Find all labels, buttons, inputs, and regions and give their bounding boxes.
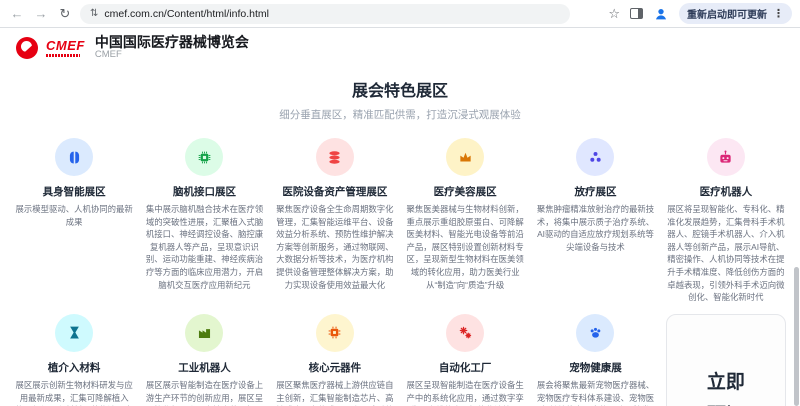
card-description: 聚焦医疗设备全生命周期数字化管理，汇集智能运维平台、设备效益分析系统、预防性维护… xyxy=(275,203,395,291)
site-title: 中国国际医疗器械博览会 xyxy=(95,34,249,50)
robot-icon xyxy=(707,138,745,176)
card-description: 聚焦医美器械与生物材料创新，重点展示重组胶原蛋白、可降解医美材料、智能光电设备等… xyxy=(405,203,525,291)
browser-update-button[interactable]: 重新启动即可更新 ⋮ xyxy=(679,3,792,24)
cmef-logo: CMEF xyxy=(46,39,85,57)
page-subtitle: 细分垂直展区，精准匹配供需，打造沉浸式观展体验 xyxy=(0,107,800,122)
book-booth-cta[interactable]: 立即预订展位 xyxy=(666,314,786,406)
site-subtitle: CMEF xyxy=(95,50,249,61)
feature-card[interactable]: 医疗机器人 展区将呈现智能化、专科化、精准化发展趋势，汇集骨科手术机器人、腔镜手… xyxy=(666,138,786,304)
forward-icon[interactable]: → xyxy=(32,6,50,21)
card-description: 展区聚焦医疗器械上游供应链自主创新，汇集智能制造芯片、高敏感度压力传感器、嵌入式… xyxy=(275,379,395,406)
hourglass-icon xyxy=(55,314,93,352)
cta-line: 立即 xyxy=(707,366,745,399)
card-title: 核心元器件 xyxy=(275,360,395,375)
update-button-label: 重新启动即可更新 xyxy=(687,6,767,21)
feature-card[interactable]: 自动化工厂 展区呈现智能制造在医疗设备生产中的系统化应用，通过数字孪生、产线仿真… xyxy=(405,314,525,406)
feature-card[interactable]: 植介入材料 展区展示创新生物材料研发与应用最新成果，汇集可降解植入物、组织工程材… xyxy=(14,314,134,406)
card-description: 展区呈现智能制造在医疗设备生产中的系统化应用，通过数字孪生、产线仿真、智能物流等… xyxy=(405,379,525,406)
brain-icon xyxy=(55,138,93,176)
card-description: 展示模型驱动、人机协同的最新成果 xyxy=(14,203,134,228)
feature-card[interactable]: 核心元器件 展区聚焦医疗器械上游供应链自主创新，汇集智能制造芯片、高敏感度压力传… xyxy=(275,314,395,406)
site-info-icon[interactable]: ⇅ xyxy=(90,8,98,19)
feature-card[interactable]: 医院设备资产管理展区 聚焦医疗设备全生命周期数字化管理，汇集智能运维平台、设备效… xyxy=(275,138,395,304)
logo-tagline-mark xyxy=(46,54,80,57)
card-title: 医疗美容展区 xyxy=(405,184,525,199)
chip-icon xyxy=(185,138,223,176)
feature-zones-grid: 具身智能展区 展示模型驱动、人机协同的最新成果 脑机接口展区 集中展示脑机融合技… xyxy=(0,138,800,406)
card-title: 工业机器人 xyxy=(144,360,264,375)
url-text[interactable]: cmef.com.cn/Content/html/info.html xyxy=(104,8,269,20)
cmef-logo-icon xyxy=(16,37,38,59)
radiation-icon xyxy=(576,138,614,176)
scrollbar[interactable] xyxy=(794,267,799,406)
cta-line: 预订 xyxy=(707,399,745,406)
feature-card[interactable]: 工业机器人 展区展示智能制造在医疗设备上游生产环节的创新应用，展区呈现协作机器人… xyxy=(144,314,264,406)
card-description: 展区展示创新生物材料研发与应用最新成果，汇集可降解植入物、组织工程材料、药物涂层… xyxy=(14,379,134,406)
feature-card[interactable]: 医疗美容展区 聚焦医美器械与生物材料创新，重点展示重组胶原蛋白、可降解医美材料、… xyxy=(405,138,525,304)
card-title: 医疗机器人 xyxy=(666,184,786,199)
card-title: 医院设备资产管理展区 xyxy=(275,184,395,199)
feature-card[interactable]: 宠物健康展 展会将聚焦最新宠物医疗器械、宠物医疗专科体系建设、宠物医师继续教育、… xyxy=(535,314,655,406)
card-description: 展区将呈现智能化、专科化、精准化发展趋势，汇集骨科手术机器人、腔镜手术机器人、介… xyxy=(666,203,786,304)
card-description: 集中展示脑机融合技术在医疗领域的突破性进展，汇聚植入式脑机接口、神经调控设备、脑… xyxy=(144,203,264,291)
card-title: 脑机接口展区 xyxy=(144,184,264,199)
database-icon xyxy=(316,138,354,176)
card-title: 具身智能展区 xyxy=(14,184,134,199)
card-title: 放疗展区 xyxy=(535,184,655,199)
logo-text: CMEF xyxy=(46,39,85,52)
feature-card[interactable]: 脑机接口展区 集中展示脑机融合技术在医疗领域的突破性进展，汇聚植入式脑机接口、神… xyxy=(144,138,264,304)
paw-icon xyxy=(576,314,614,352)
profile-avatar-icon[interactable] xyxy=(653,6,669,22)
card-title: 宠物健康展 xyxy=(535,360,655,375)
card-description: 展会将聚焦最新宠物医疗器械、宠物医疗专科体系建设、宠物医师继续教育、宠物医院品牌… xyxy=(535,379,655,406)
card-title: 自动化工厂 xyxy=(405,360,525,375)
bookmark-star-icon[interactable]: ☆ xyxy=(608,6,620,22)
side-panel-icon[interactable] xyxy=(630,8,643,19)
site-header: CMEF 中国国际医疗器械博览会 CMEF xyxy=(0,28,800,65)
factory-icon xyxy=(185,314,223,352)
card-description: 展区展示智能制造在医疗设备上游生产环节的创新应用，展区呈现协作机器人、高精度装配… xyxy=(144,379,264,406)
browser-menu-icon[interactable]: ⋮ xyxy=(773,7,784,20)
page-title: 展会特色展区 xyxy=(0,77,800,101)
reload-icon[interactable]: ↻ xyxy=(56,6,74,22)
feature-card[interactable]: 具身智能展区 展示模型驱动、人机协同的最新成果 xyxy=(14,138,134,304)
gears-icon xyxy=(446,314,484,352)
feature-card[interactable]: 放疗展区 聚焦肿瘤精准放射治疗的最新技术，将集中展示质子治疗系统、AI驱动的自适… xyxy=(535,138,655,304)
back-icon[interactable]: ← xyxy=(8,6,26,21)
browser-toolbar: ← → ↻ ⇅ cmef.com.cn/Content/html/info.ht… xyxy=(0,0,800,28)
card-description: 聚焦肿瘤精准放射治疗的最新技术，将集中展示质子治疗系统、AI驱动的自适应放疗规划… xyxy=(535,203,655,253)
crown-icon xyxy=(446,138,484,176)
card-title: 植介入材料 xyxy=(14,360,134,375)
address-bar[interactable]: ⇅ cmef.com.cn/Content/html/info.html xyxy=(80,4,570,24)
cpu-icon xyxy=(316,314,354,352)
